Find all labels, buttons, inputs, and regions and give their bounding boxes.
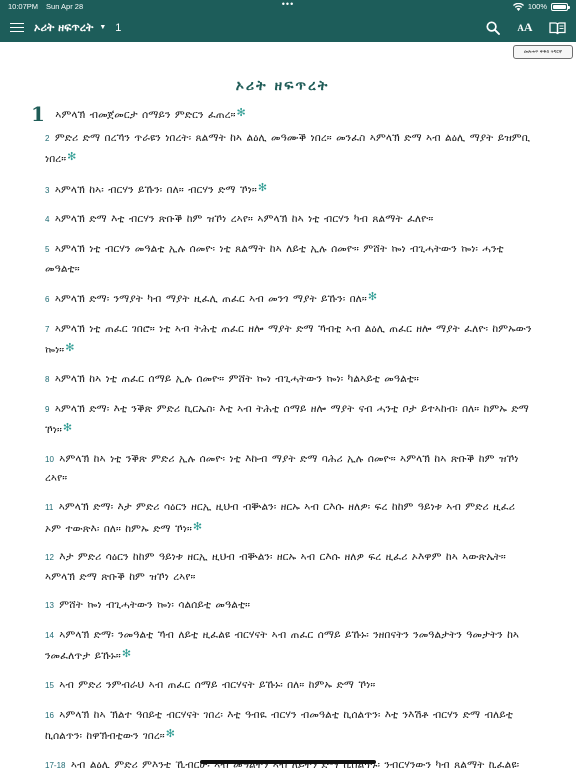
- footnote-star-icon[interactable]: ✻: [258, 181, 267, 194]
- verse-text: ኣምላኽ ድማ እቲ ብርሃን ጽቡቕ ከም ዝኾነ ረኣየ። ኣምላኽ ከኣ …: [54, 213, 434, 226]
- verse-text: እታ ምድሪ ሳዕርን ከከም ዓይነቱ ዘርኢ ዚህብ ብቝልን፡ ዘርኡ ኣ…: [45, 551, 506, 583]
- book-title[interactable]: ኦሪት ዘፍጥረት: [34, 21, 93, 35]
- verse-number: 9: [45, 404, 50, 414]
- verse-5[interactable]: 5 ኣምላኽ ነቲ ብርሃን መዓልቲ ኢሉ ሰመዮ፡ ነቲ ጸልማት ከኣ ለ…: [31, 240, 534, 278]
- verse-number: 11: [45, 502, 54, 512]
- chapter-selector[interactable]: 1: [115, 22, 121, 34]
- verse-9[interactable]: 9 ኣምላኽ ድማ፡ እቲ ንቕጽ ምድሪ ኪርኤስ፡ እቲ ኣብ ትሕቲ ሰማ…: [31, 400, 534, 440]
- battery-percent: 100%: [527, 2, 547, 11]
- wifi-icon: [512, 2, 524, 11]
- verse-13[interactable]: 13 ምሸት ኰነ ብጊሓትውን ኰነ፡ ሳልሰይቲ መዓልቲ።: [31, 596, 534, 616]
- chapter-heading: ኦሪት ዘፍጥረት: [235, 78, 330, 94]
- book-icon[interactable]: [548, 19, 566, 37]
- verse-text: ምሸት ኰነ ብጊሓትውን ኰነ፡ ሳልሰይቲ መዓልቲ።: [59, 599, 251, 612]
- footnote-star-icon[interactable]: ✻: [65, 341, 74, 354]
- verse-16[interactable]: 16 ኣምላኽ ከኣ ኽልተ ዓበይቲ ብርሃናት ገበረ፡ እቲ ዓብዪ ብር…: [31, 706, 534, 746]
- footnote-star-icon[interactable]: ✻: [63, 421, 72, 434]
- footnote-star-icon[interactable]: ✻: [193, 520, 202, 533]
- translation-button[interactable]: መጽሐፍ ቅዱስ ትግርኛ: [513, 45, 573, 59]
- status-bar: 10:07PM Sun Apr 28 ••• 100%: [0, 0, 576, 13]
- verse-number: 12: [45, 553, 54, 563]
- verse-text: ምድሪ ድማ በረኻን ጥራዩን ነበረት፡ ጸልማት ከኣ ልዕሊ መዓሙቕ …: [45, 131, 531, 166]
- chevron-down-icon[interactable]: ▼: [99, 24, 106, 31]
- verse-2[interactable]: 2 ምድሪ ድማ በረኻን ጥራዩን ነበረት፡ ጸልማት ከኣ ልዕሊ መዓሙ…: [31, 129, 534, 169]
- menu-icon[interactable]: [10, 22, 24, 33]
- verse-text: ኣምላኽ ነቲ ብርሃን መዓልቲ ኢሉ ሰመዮ፡ ነቲ ጸልማት ከኣ ለይቲ…: [45, 242, 504, 275]
- verse-number: 16: [45, 710, 54, 720]
- verse-8[interactable]: 8 ኣምላኽ ከኣ ነቲ ጠፈር ሰማይ ኢሉ ሰመዮ። ምሸት ኰነ ብጊሓት…: [31, 370, 534, 390]
- chapter-content: ኦሪት ዘፍጥረት 1 ኣምላኽ ብመጀመርታ ሰማይን ምድርን ፈጠረ።✻ 2…: [0, 78, 576, 768]
- verse-7[interactable]: 7 ኣምላኽ ነቲ ጠፈር ገበሮ። ነቲ ኣብ ትሕቲ ጠፈር ዘሎ ማያት …: [31, 320, 534, 360]
- status-time: 10:07PM: [8, 2, 39, 11]
- verse-4[interactable]: 4 ኣምላኽ ድማ እቲ ብርሃን ጽቡቕ ከም ዝኾነ ረኣየ። ኣምላኽ ከ…: [31, 210, 534, 230]
- verse-number: 4: [45, 215, 50, 225]
- verse-text: ኣምላኽ ድማ፡ እቲ ንቕጽ ምድሪ ኪርኤስ፡ እቲ ኣብ ትሕቲ ሰማይ …: [45, 402, 529, 437]
- verse-6[interactable]: 6 ኣምላኽ ድማ፡ ንማያት ካብ ማያት ዚፈሊ ጠፈር ኣብ መንጎ ማያ…: [31, 288, 534, 310]
- verse-1[interactable]: 1 ኣምላኽ ብመጀመርታ ሰማይን ምድርን ፈጠረ።✻: [31, 104, 534, 125]
- verse-number: 14: [45, 630, 54, 640]
- footnote-star-icon[interactable]: ✻: [166, 727, 175, 740]
- verse-15[interactable]: 15 ኣብ ምድሪ ንምብራህ ኣብ ጠፈር ሰማይ ብርሃናት ይኹኑ፡ በለ…: [31, 676, 534, 696]
- font-size-icon[interactable]: AA: [516, 19, 534, 37]
- status-date: Sun Apr 28: [46, 2, 84, 11]
- footnote-star-icon[interactable]: ✻: [122, 647, 131, 660]
- verse-text: ኣምላኽ ከኣ፡ ብርሃን ይኹን፡ በለ። ብርሃን ድማ ኾነ።: [54, 183, 257, 196]
- footnote-star-icon[interactable]: ✻: [237, 106, 246, 119]
- verse-text: ኣምላኽ ብመጀመርታ ሰማይን ምድርን ፈጠረ።: [55, 109, 236, 121]
- verse-3[interactable]: 3 ኣምላኽ ከኣ፡ ብርሃን ይኹን፡ በለ። ብርሃን ድማ ኾነ።✻: [31, 179, 534, 201]
- verse-text: ኣምላኽ ከኣ ነቲ ንቕጽ ምድሪ ኢሉ ሰመዮ፡ ነቲ እኩብ ማያት ድማ…: [45, 452, 519, 485]
- verse-text: ኣምላኽ ድማ፡ እታ ምድሪ ሳዕርን ዘርኢ ዚህብ ብቝልን፡ ዘርኡ ኣ…: [45, 500, 515, 535]
- search-icon[interactable]: [484, 19, 502, 37]
- verse-10[interactable]: 10 ኣምላኽ ከኣ ነቲ ንቕጽ ምድሪ ኢሉ ሰመዮ፡ ነቲ እኩብ ማያት…: [31, 450, 534, 488]
- verse-number: 6: [45, 295, 50, 305]
- battery-icon: [551, 2, 570, 11]
- verse-number: 17-18: [45, 760, 66, 768]
- home-indicator[interactable]: [200, 760, 376, 764]
- nav-bar: ኦሪት ዘፍጥረት ▼ 1 AA: [0, 13, 576, 42]
- footnote-star-icon[interactable]: ✻: [368, 290, 377, 303]
- verse-number: 3: [45, 185, 50, 195]
- verse-text: ኣምላኽ ከኣ ኽልተ ዓበይቲ ብርሃናት ገበረ፡ እቲ ዓብዪ ብርሃን …: [45, 708, 513, 743]
- verse-text: ኣምላኽ ድማ፡ ንመዓልቲ ኻብ ለይቲ ዚፈልዩ ብርሃናት ኣብ ጠፈር …: [45, 628, 520, 663]
- verse-text: ኣብ ምድሪ ንምብራህ ኣብ ጠፈር ሰማይ ብርሃናት ይኹኑ፡ በለ። ከ…: [59, 679, 376, 692]
- verse-list: 1 ኣምላኽ ብመጀመርታ ሰማይን ምድርን ፈጠረ።✻ 2 ምድሪ ድማ በረ…: [31, 104, 534, 768]
- footnote-star-icon[interactable]: ✻: [67, 150, 76, 163]
- verse-12[interactable]: 12 እታ ምድሪ ሳዕርን ከከም ዓይነቱ ዘርኢ ዚህብ ብቝልን፡ ዘር…: [31, 548, 534, 586]
- verse-number: 8: [45, 374, 50, 384]
- verse-number: 5: [45, 244, 50, 254]
- verse-11[interactable]: 11 ኣምላኽ ድማ፡ እታ ምድሪ ሳዕርን ዘርኢ ዚህብ ብቝልን፡ ዘር…: [31, 498, 534, 538]
- multitask-dots[interactable]: •••: [282, 0, 294, 9]
- verse-number: 15: [45, 681, 54, 691]
- verse-text: ኣምላኽ ከኣ ነቲ ጠፈር ሰማይ ኢሉ ሰመዮ። ምሸት ኰነ ብጊሓትውን…: [54, 372, 419, 385]
- verse-number: 7: [45, 324, 50, 334]
- verse-number: 2: [45, 133, 50, 143]
- verse-number: 10: [45, 454, 54, 464]
- verse-text: ኣምላኽ ነቲ ጠፈር ገበሮ። ነቲ ኣብ ትሕቲ ጠፈር ዘሎ ማያት ድማ…: [45, 322, 532, 357]
- verse-14[interactable]: 14 ኣምላኽ ድማ፡ ንመዓልቲ ኻብ ለይቲ ዚፈልዩ ብርሃናት ኣብ ጠ…: [31, 626, 534, 666]
- verse-text: ኣምላኽ ድማ፡ ንማያት ካብ ማያት ዚፈሊ ጠፈር ኣብ መንጎ ማያት …: [54, 293, 367, 306]
- verse-number: 13: [45, 601, 54, 611]
- verse-number: 1: [31, 102, 45, 126]
